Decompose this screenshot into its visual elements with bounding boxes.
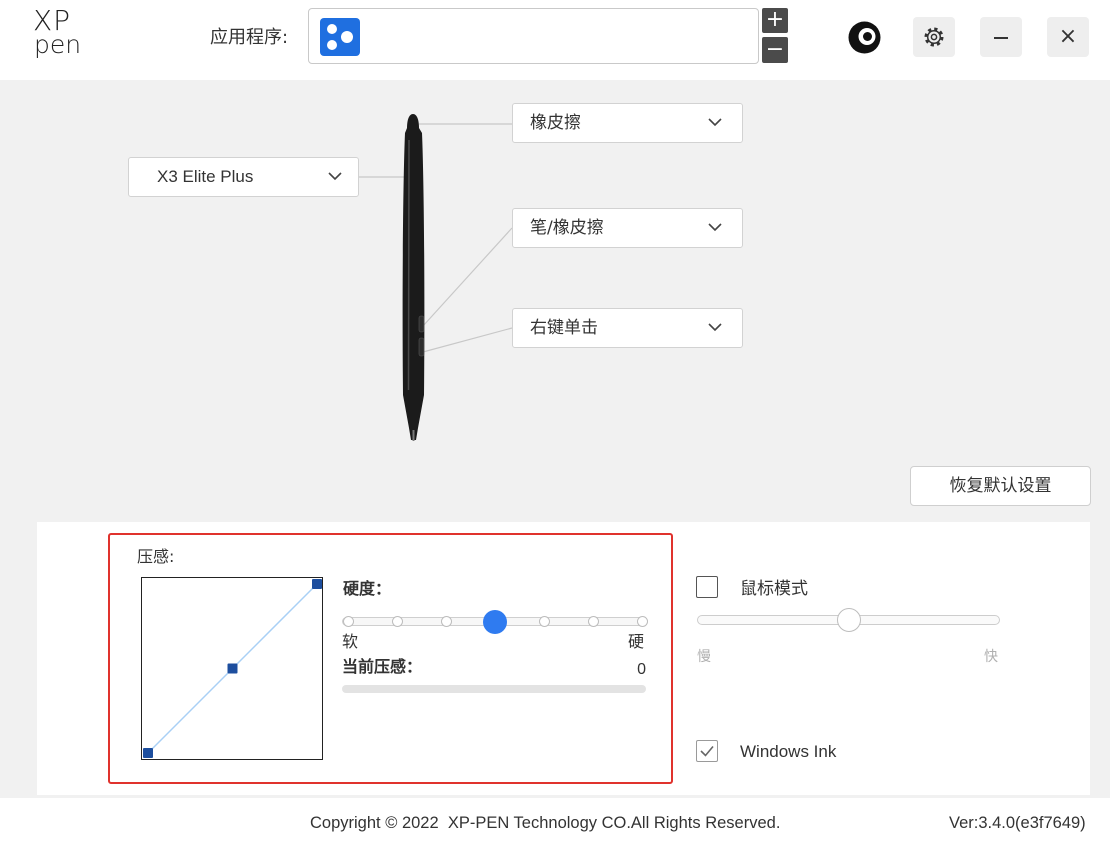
windows-ink-checkbox[interactable] [696, 740, 718, 762]
windows-ink-label: Windows Ink [740, 742, 837, 761]
minimize-icon [994, 37, 1008, 39]
all-apps-icon[interactable] [320, 18, 360, 56]
title-bar: XP pen 应用程序: + − × [0, 0, 1110, 80]
hardness-step-tick[interactable] [636, 616, 648, 627]
hardness-step-tick[interactable] [440, 616, 452, 627]
fast-label: 快 [984, 649, 998, 665]
dropdown-value: X3 Elite Plus [157, 167, 254, 186]
stylus-highlight [407, 139, 410, 391]
hardness-step-tick[interactable] [587, 616, 599, 627]
add-application-button[interactable]: + [762, 8, 788, 33]
mouse-mode-checkbox[interactable] [696, 576, 718, 598]
chevron-down-icon [708, 223, 722, 232]
current-pressure-value: 0 [637, 661, 646, 678]
close-icon: × [1058, 24, 1078, 49]
version-text: Ver:3.4.0(e3f7649) [949, 814, 1086, 832]
gear-icon [924, 27, 944, 47]
pen-top-button-dropdown[interactable]: 橡皮擦 [512, 103, 743, 143]
hardness-step-tick[interactable] [538, 616, 550, 627]
footer: Copyright © 2022 XP-PEN Technology CO.Al… [0, 798, 1110, 841]
hardness-slider-knob[interactable] [483, 610, 507, 634]
minimize-button[interactable] [980, 17, 1022, 57]
settings-button[interactable] [913, 17, 955, 57]
slow-label: 慢 [697, 649, 711, 665]
mouse-mode-label: 鼠标模式 [740, 579, 808, 599]
chevron-down-icon [328, 172, 342, 181]
current-pressure-bar [342, 685, 646, 693]
chevron-down-icon [708, 323, 722, 332]
close-button[interactable]: × [1047, 17, 1089, 57]
dropdown-value: 右键单击 [530, 318, 598, 338]
stylus-illustration [402, 114, 425, 440]
pressure-curve-graph[interactable] [142, 578, 322, 759]
device-select-dropdown[interactable]: X3 Elite Plus [128, 157, 359, 197]
restore-defaults-button[interactable]: 恢复默认设置 [910, 466, 1091, 506]
curve-control-point[interactable] [227, 663, 238, 674]
current-pressure-label: 当前压感： [342, 657, 423, 676]
pen-lower-button-dropdown[interactable]: 右键单击 [512, 308, 743, 348]
stylus-side-button-upper [418, 315, 425, 333]
hardness-step-tick[interactable] [342, 616, 354, 627]
application-label: 应用程序: [210, 27, 289, 48]
hard-label: 硬 [628, 632, 645, 651]
minus-icon: − [765, 37, 785, 62]
pressure-curve-editor[interactable] [141, 577, 323, 760]
logo-text-pen: pen [34, 30, 82, 59]
curve-control-point[interactable] [143, 748, 153, 758]
mouse-speed-knob[interactable] [836, 608, 861, 632]
dropdown-value: 橡皮擦 [530, 113, 581, 133]
remove-application-button[interactable]: − [762, 37, 788, 63]
xppen-ring-icon[interactable] [848, 21, 881, 54]
mouse-speed-slider[interactable] [697, 608, 1000, 632]
soft-label: 软 [342, 632, 359, 651]
dropdown-value: 笔/橡皮擦 [530, 218, 604, 238]
application-selector[interactable] [308, 8, 759, 64]
connector-line [422, 227, 513, 327]
pen-upper-button-dropdown[interactable]: 笔/橡皮擦 [512, 208, 743, 248]
curve-control-point[interactable] [312, 579, 322, 589]
copyright-text: Copyright © 2022 XP-PEN Technology CO.Al… [310, 814, 781, 832]
hardness-label: 硬度： [343, 579, 392, 598]
hardness-slider[interactable] [342, 610, 648, 634]
hardness-step-tick[interactable] [391, 616, 403, 627]
connector-line [422, 327, 513, 353]
chevron-down-icon [708, 118, 722, 127]
plus-icon: + [765, 7, 785, 32]
checkmark-icon [700, 745, 714, 757]
pressure-title: 压感: [137, 547, 175, 566]
pen-diagram [358, 114, 513, 441]
stylus-side-button-lower [418, 337, 425, 357]
xppen-logo: XP pen [33, 7, 93, 59]
